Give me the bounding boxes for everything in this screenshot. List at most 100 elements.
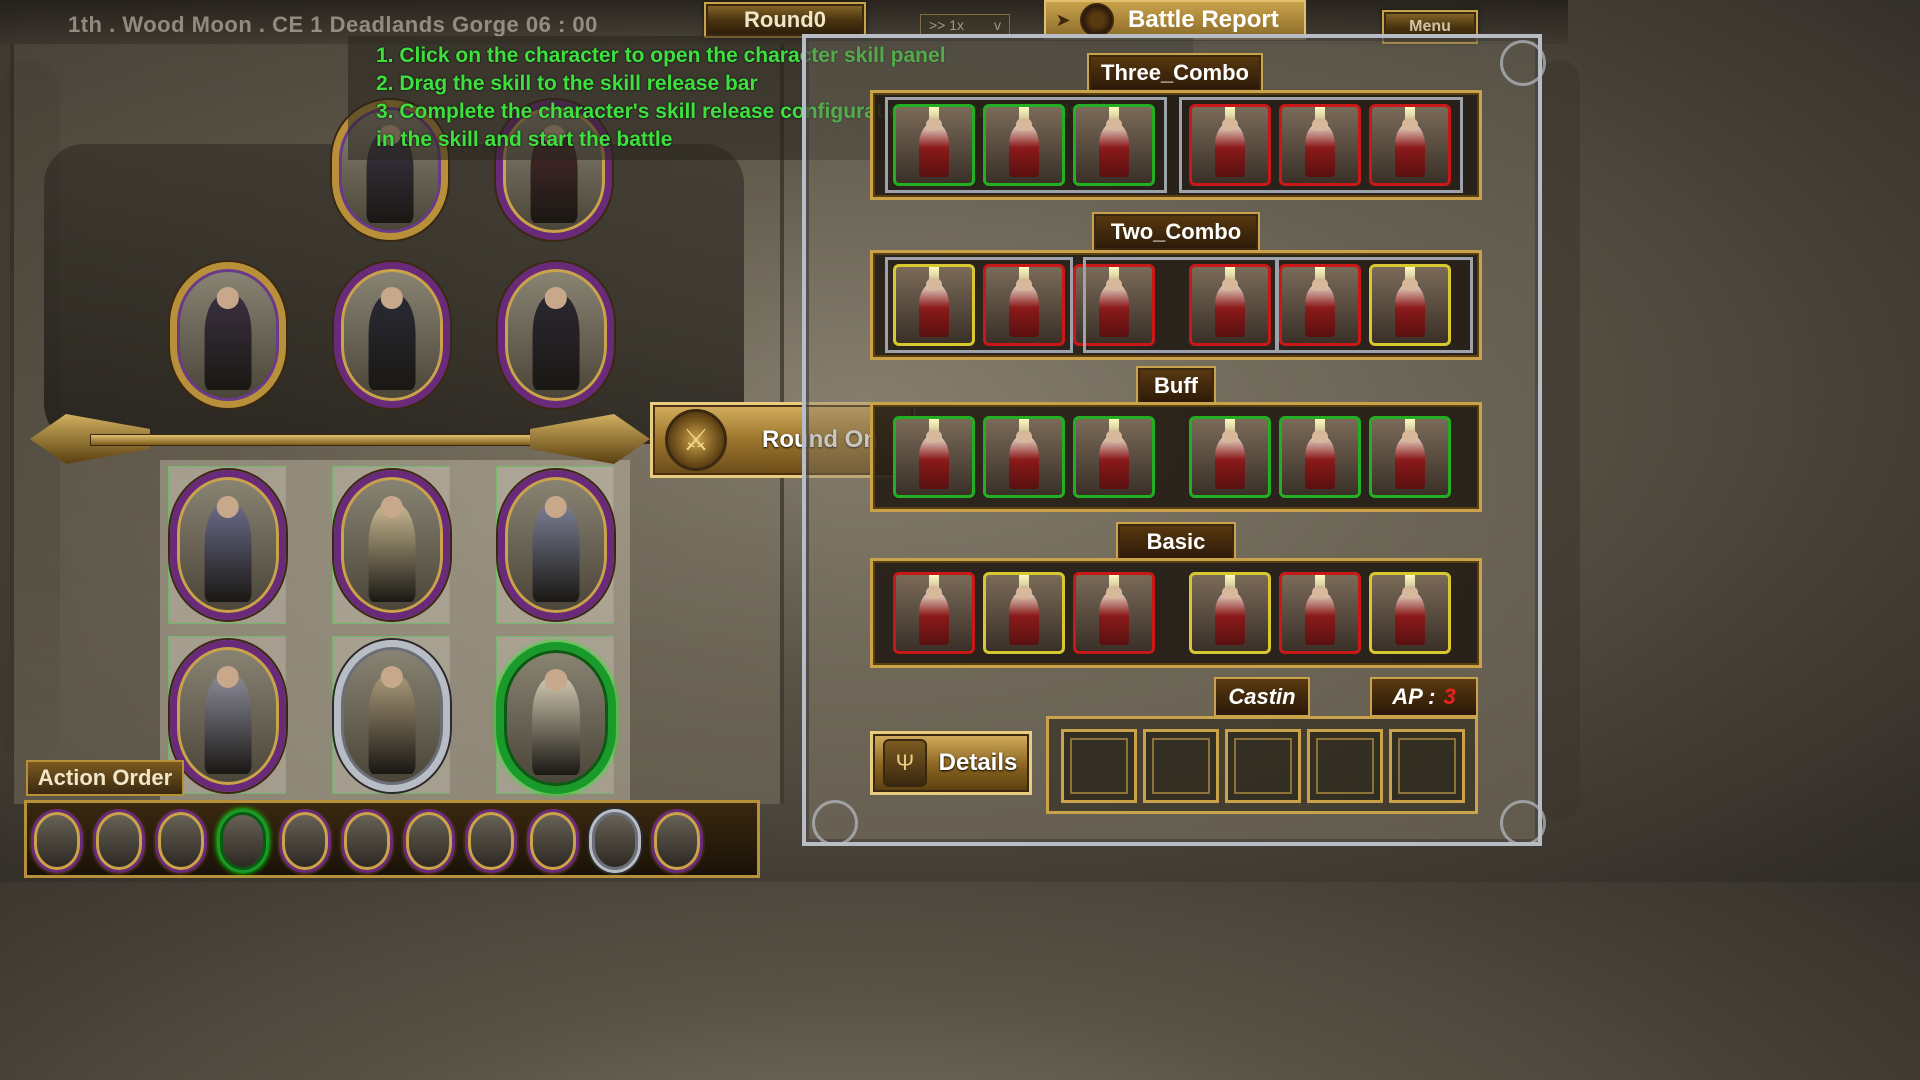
- character-figure: [368, 504, 416, 603]
- character-figure: [204, 295, 252, 391]
- buff-row: [870, 402, 1482, 512]
- divider-ornament: [530, 414, 650, 464]
- ally-portrait[interactable]: [170, 640, 286, 792]
- skill-figure: [1098, 435, 1130, 489]
- character-figure: [368, 674, 416, 774]
- basic-label: Basic: [1116, 522, 1236, 562]
- skill-release-slot[interactable]: [1143, 729, 1219, 803]
- action-order-portrait[interactable]: [93, 809, 145, 873]
- three-combo-row: [870, 90, 1482, 200]
- background-rock: [1540, 60, 1580, 820]
- battle-divider: [30, 404, 650, 474]
- crossed-swords-icon: ⚔: [665, 409, 727, 471]
- skill-figure: [1008, 591, 1040, 645]
- ally-portrait[interactable]: [334, 470, 450, 620]
- details-button[interactable]: Ψ Details: [870, 731, 1032, 795]
- character-figure: [532, 677, 580, 776]
- skill-figure: [1304, 591, 1336, 645]
- skill-icon[interactable]: [983, 572, 1065, 654]
- enemy-portrait[interactable]: [498, 262, 614, 408]
- skill-icon[interactable]: [1073, 416, 1155, 498]
- skill-icon[interactable]: [893, 416, 975, 498]
- skill-figure-head: [1222, 585, 1238, 600]
- basic-row: [870, 558, 1482, 668]
- ap-label: AP :: [1392, 684, 1436, 709]
- skill-figure: [1214, 435, 1246, 489]
- character-figure: [532, 295, 580, 391]
- combo-group-frame: [1275, 257, 1473, 353]
- round-label: Round0: [704, 2, 866, 38]
- skill-figure: [1098, 591, 1130, 645]
- action-order-label: Action Order: [26, 760, 184, 796]
- skill-icon[interactable]: [983, 416, 1065, 498]
- enemy-portrait[interactable]: [334, 262, 450, 408]
- enemy-portrait[interactable]: [170, 262, 286, 408]
- arrow-right-icon: ➤: [1055, 9, 1071, 30]
- action-order-portrait[interactable]: [589, 809, 641, 873]
- skill-figure-head: [1106, 585, 1122, 600]
- skill-figure-head: [1402, 585, 1418, 600]
- ally-portrait[interactable]: [170, 470, 286, 620]
- skill-figure-head: [1016, 585, 1032, 600]
- skill-icon[interactable]: [1369, 572, 1451, 654]
- character-head: [380, 496, 404, 518]
- skill-icon[interactable]: [1189, 572, 1271, 654]
- speed-selector[interactable]: >> 1x v: [920, 14, 1010, 36]
- ally-portrait[interactable]: [496, 642, 616, 794]
- skill-icon[interactable]: [1073, 572, 1155, 654]
- details-label: Details: [938, 749, 1018, 776]
- skill-icon[interactable]: [1279, 416, 1361, 498]
- corner-ornament: [1500, 40, 1546, 86]
- combo-group-frame: [885, 257, 1073, 353]
- ally-portrait[interactable]: [498, 470, 614, 620]
- action-order-portrait[interactable]: [403, 809, 455, 873]
- skill-release-bar: [1046, 716, 1478, 814]
- skill-figure-head: [1402, 429, 1418, 444]
- combo-group-frame: [885, 97, 1167, 193]
- character-head: [544, 669, 568, 691]
- skill-figure-head: [1106, 429, 1122, 444]
- skill-figure-head: [1312, 585, 1328, 600]
- skill-icon[interactable]: [1279, 572, 1361, 654]
- skill-release-slot[interactable]: [1307, 729, 1383, 803]
- action-order-portrait[interactable]: [527, 809, 579, 873]
- action-order-portrait[interactable]: [31, 809, 83, 873]
- character-figure: [204, 504, 252, 603]
- action-order-bar: [24, 800, 760, 878]
- skill-release-slot[interactable]: [1389, 729, 1465, 803]
- skill-figure: [1214, 591, 1246, 645]
- character-figure: [532, 504, 580, 603]
- skill-release-slot[interactable]: [1225, 729, 1301, 803]
- buff-label: Buff: [1136, 366, 1216, 406]
- action-order-portrait[interactable]: [465, 809, 517, 873]
- corner-ornament: [1500, 800, 1546, 846]
- skill-icon[interactable]: [893, 572, 975, 654]
- skill-figure: [918, 435, 950, 489]
- character-figure: [368, 295, 416, 391]
- battle-report-label: Battle Report: [1128, 6, 1279, 33]
- combo-group-frame: [1179, 97, 1463, 193]
- action-order-portrait[interactable]: [155, 809, 207, 873]
- speed-label: >> 1x: [929, 17, 965, 33]
- action-order-portrait[interactable]: [279, 809, 331, 873]
- ap-display: AP : 3: [1370, 677, 1478, 717]
- battle-emblem-icon: [1080, 3, 1114, 37]
- action-order-portrait[interactable]: [217, 809, 269, 873]
- skill-figure: [1394, 591, 1426, 645]
- ally-portrait[interactable]: [334, 640, 450, 792]
- skill-icon[interactable]: [1369, 416, 1451, 498]
- skill-figure: [1008, 435, 1040, 489]
- action-order-portrait[interactable]: [651, 809, 703, 873]
- three-combo-label: Three_Combo: [1087, 53, 1263, 93]
- skill-figure-head: [1016, 429, 1032, 444]
- action-order-portrait[interactable]: [341, 809, 393, 873]
- character-figure: [204, 674, 252, 774]
- date-location-text: 1th . Wood Moon . CE 1 Deadlands Gorge 0…: [68, 12, 598, 37]
- skill-figure: [918, 591, 950, 645]
- ap-value: 3: [1443, 684, 1456, 709]
- skill-release-slot[interactable]: [1061, 729, 1137, 803]
- skill-figure: [1304, 435, 1336, 489]
- skill-figure-head: [926, 429, 942, 444]
- skill-icon[interactable]: [1189, 416, 1271, 498]
- two-combo-label: Two_Combo: [1092, 212, 1260, 252]
